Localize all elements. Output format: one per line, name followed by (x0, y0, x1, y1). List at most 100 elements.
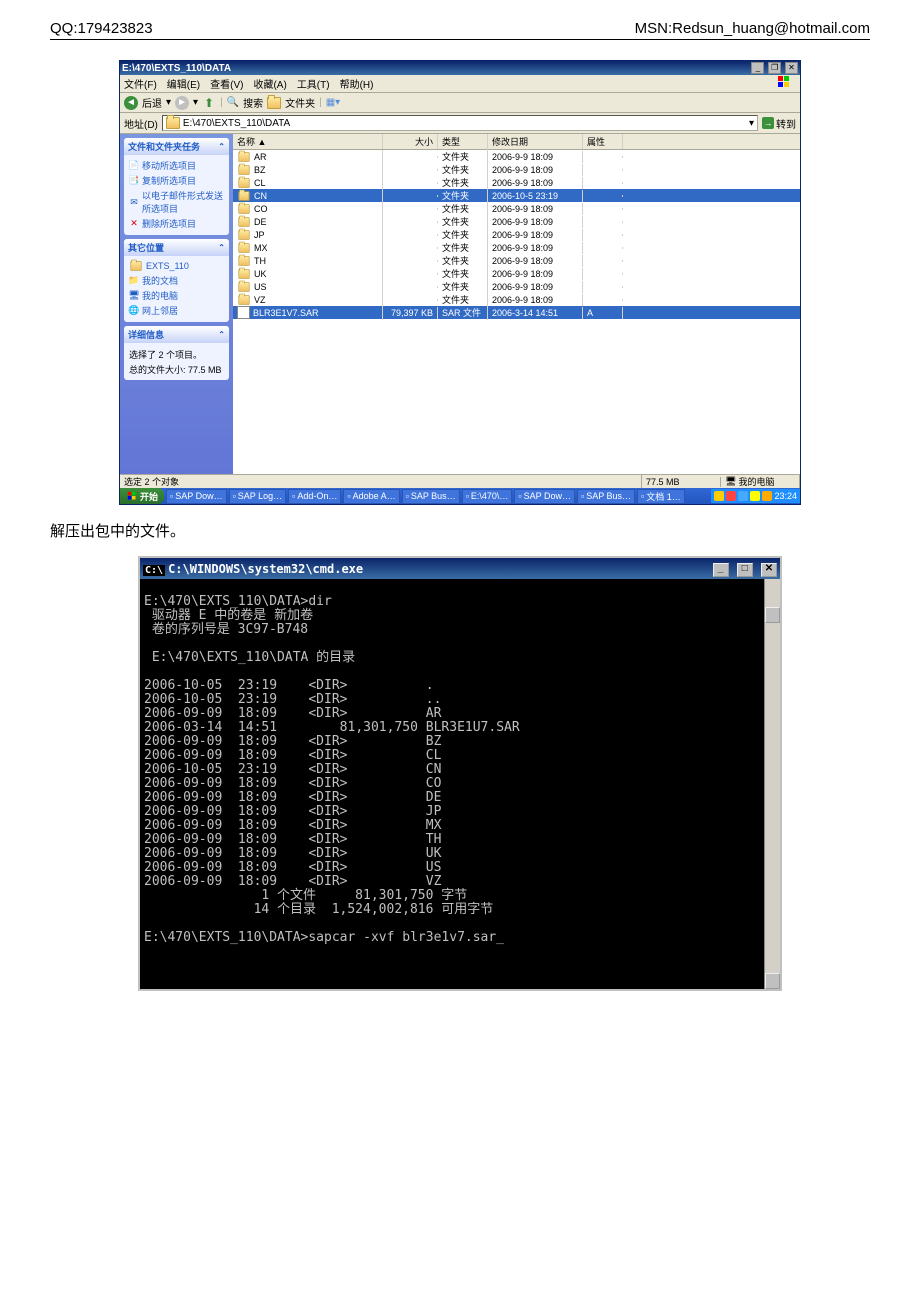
task-move[interactable]: 📄移动所选项目 (129, 158, 224, 173)
file-name: BLR3E1V7.SAR (253, 308, 319, 318)
folders-icon[interactable] (267, 97, 281, 109)
taskbar-item[interactable]: ▫SAP Dow… (514, 489, 575, 504)
taskbar-item[interactable]: ▫SAP Log… (229, 489, 287, 504)
details-panel: 详细信息 ⌃ 选择了 2 个项目。 总的文件大小: 77.5 MB (124, 326, 229, 380)
scrollbar[interactable]: ▲ ▼ (764, 579, 780, 989)
file-row[interactable]: MX文件夹2006-9-9 18:09 (233, 241, 800, 254)
file-date: 2006-9-9 18:09 (488, 203, 583, 215)
cmd-body[interactable]: E:\470\EXTS_110\DATA>dir 驱动器 E 中的卷是 新加卷 … (140, 579, 780, 989)
menu-edit[interactable]: 编辑(E) (167, 76, 200, 91)
taskbar-item[interactable]: ▫E:\470\… (462, 489, 513, 504)
menu-tools[interactable]: 工具(T) (297, 76, 330, 91)
file-row[interactable]: CO文件夹2006-9-9 18:09 (233, 202, 800, 215)
file-attr (583, 169, 623, 171)
taskbar-item[interactable]: ▫Add-On… (288, 489, 341, 504)
place-network[interactable]: 🌐网上邻居 (129, 303, 224, 318)
minimize-button[interactable]: _ (713, 563, 729, 577)
file-row[interactable]: TH文件夹2006-9-9 18:09 (233, 254, 800, 267)
file-row[interactable]: UK文件夹2006-9-9 18:09 (233, 267, 800, 280)
col-name[interactable]: 名称 ▲ (233, 134, 383, 149)
file-row[interactable]: DE文件夹2006-9-9 18:09 (233, 215, 800, 228)
header-right: MSN:Redsun_huang@hotmail.com (635, 20, 870, 37)
col-date[interactable]: 修改日期 (488, 134, 583, 149)
up-button-icon[interactable]: ⬆ (202, 96, 216, 110)
back-button-icon[interactable]: ◄ (124, 96, 138, 110)
windows-logo-icon (128, 492, 136, 500)
folders-label[interactable]: 文件夹 (285, 95, 315, 110)
tray-icon[interactable] (738, 491, 748, 501)
task-copy[interactable]: 📑复制所选项目 (129, 173, 224, 188)
task-icon: ▫ (292, 491, 295, 501)
search-icon[interactable]: 🔍 (227, 97, 239, 108)
close-button[interactable]: ✕ (785, 62, 798, 74)
place-parent[interactable]: EXTS_110 (129, 259, 224, 273)
address-dropdown-icon[interactable]: ▾ (749, 118, 754, 129)
col-type[interactable]: 类型 (438, 134, 488, 149)
status-size: 77.5 MB (642, 477, 721, 487)
back-label[interactable]: 后退 (142, 95, 162, 110)
close-button[interactable]: ✕ (761, 563, 777, 577)
forward-dropdown-icon[interactable]: ▾ (193, 97, 198, 108)
task-icon: ▫ (641, 491, 644, 501)
file-name: TH (254, 256, 266, 266)
search-label[interactable]: 搜索 (243, 95, 263, 110)
tray-icon[interactable] (750, 491, 760, 501)
tray-icon[interactable] (762, 491, 772, 501)
file-attr (583, 208, 623, 210)
taskbar-item[interactable]: ▫SAP Dow… (166, 489, 227, 504)
docs-icon: 📁 (129, 276, 139, 286)
scroll-down-icon[interactable]: ▼ (765, 973, 780, 989)
task-icon: ▫ (347, 491, 350, 501)
menu-file[interactable]: 文件(F) (124, 76, 157, 91)
maximize-button[interactable]: ❐ (768, 62, 781, 74)
place-computer[interactable]: 🖥我的电脑 (129, 288, 224, 303)
file-row[interactable]: US文件夹2006-9-9 18:09 (233, 280, 800, 293)
file-row[interactable]: JP文件夹2006-9-9 18:09 (233, 228, 800, 241)
taskbar-item[interactable]: ▫文档 1… (637, 489, 685, 504)
tray-icon[interactable] (726, 491, 736, 501)
tasks-title-text: 文件和文件夹任务 (128, 140, 200, 153)
places-title[interactable]: 其它位置 ⌃ (124, 239, 229, 256)
folder-icon (238, 217, 249, 227)
go-button[interactable]: → 转到 (762, 116, 796, 131)
minimize-button[interactable]: _ (751, 62, 764, 74)
task-icon: ▫ (406, 491, 409, 501)
start-button[interactable]: 开始 (120, 488, 164, 504)
file-row[interactable]: BLR3E1V7.SAR79,397 KBSAR 文件2006-3-14 14:… (233, 306, 800, 319)
places-panel: 其它位置 ⌃ EXTS_110 📁我的文档 🖥我的电脑 🌐网上邻居 (124, 239, 229, 322)
folder-icon (238, 178, 249, 188)
menu-view[interactable]: 查看(V) (210, 76, 243, 91)
file-row[interactable]: CL文件夹2006-9-9 18:09 (233, 176, 800, 189)
back-dropdown-icon[interactable]: ▾ (166, 97, 171, 108)
maximize-button[interactable]: □ (737, 563, 753, 577)
forward-button-icon[interactable]: ► (175, 96, 189, 110)
details-title[interactable]: 详细信息 ⌃ (124, 326, 229, 343)
toolbar: ◄ 后退 ▾ ► ▾ ⬆ | 🔍 搜索 文件夹 | ▦▾ (120, 93, 800, 113)
file-name: UK (254, 269, 267, 279)
views-icon[interactable]: ▦▾ (326, 97, 340, 108)
scroll-up-icon[interactable]: ▲ (765, 607, 780, 623)
task-email[interactable]: ✉以电子邮件形式发送所选项目 (129, 188, 224, 216)
col-size[interactable]: 大小 (383, 134, 438, 149)
file-row[interactable]: CN文件夹2006-10-5 23:19 (233, 189, 800, 202)
statusbar: 选定 2 个对象 77.5 MB 🖥 我的电脑 (120, 474, 800, 488)
cmd-titlebar[interactable]: C:\C:\WINDOWS\system32\cmd.exe _ □ ✕ (140, 558, 780, 579)
titlebar[interactable]: E:\470\EXTS_110\DATA _ ❐ ✕ (120, 61, 800, 75)
file-size (383, 286, 438, 288)
address-input[interactable]: E:\470\EXTS_110\DATA ▾ (162, 115, 758, 131)
col-attr[interactable]: 属性 (583, 134, 623, 149)
tray-icon[interactable] (714, 491, 724, 501)
system-tray[interactable]: 23:24 (711, 489, 800, 503)
task-delete[interactable]: ✕删除所选项目 (129, 216, 224, 231)
file-row[interactable]: BZ文件夹2006-9-9 18:09 (233, 163, 800, 176)
file-name: BZ (254, 165, 266, 175)
menu-fav[interactable]: 收藏(A) (253, 76, 286, 91)
place-docs[interactable]: 📁我的文档 (129, 273, 224, 288)
file-date: 2006-9-9 18:09 (488, 294, 583, 306)
file-row[interactable]: AR文件夹2006-9-9 18:09 (233, 150, 800, 163)
taskbar-item[interactable]: ▫SAP Bus… (577, 489, 635, 504)
menu-help[interactable]: 帮助(H) (340, 76, 374, 91)
taskbar-item[interactable]: ▫SAP Bus… (402, 489, 460, 504)
taskbar-item[interactable]: ▫Adobe A… (343, 489, 399, 504)
tasks-title[interactable]: 文件和文件夹任务 ⌃ (124, 138, 229, 155)
